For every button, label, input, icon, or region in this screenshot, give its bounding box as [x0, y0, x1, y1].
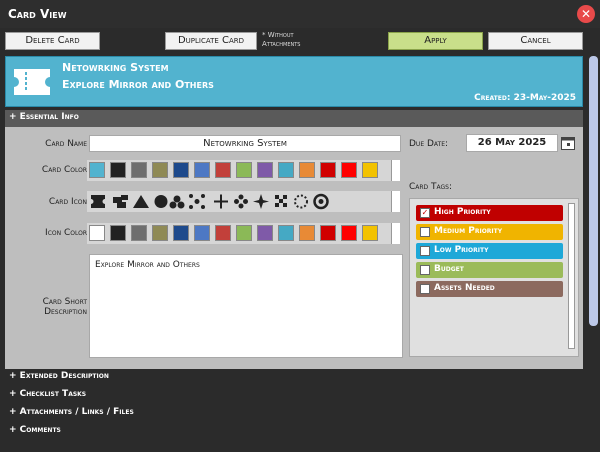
card-color-swatch[interactable] — [257, 162, 273, 178]
icon-color-swatch[interactable] — [215, 225, 231, 241]
tag-checkbox[interactable] — [420, 227, 430, 237]
tag-checkbox[interactable] — [420, 246, 430, 256]
icon-color-swatch[interactable] — [152, 225, 168, 241]
card-color-swatch[interactable] — [299, 162, 315, 178]
icon-color-swatch[interactable] — [278, 225, 294, 241]
icon-color-swatch[interactable] — [299, 225, 315, 241]
tag-item[interactable]: Budget — [416, 262, 563, 278]
card-icon-picker — [87, 191, 400, 212]
header-system-name: Netowrking System — [62, 61, 169, 74]
card-color-swatch[interactable] — [215, 162, 231, 178]
card-tags-list: ✓ High Priority Medium Priority Low Priorit… — [409, 198, 579, 357]
section-attachments[interactable]: + Attachments / Links / Files — [5, 405, 583, 422]
icon-color-swatch[interactable] — [173, 225, 189, 241]
icon-color-swatch[interactable] — [257, 225, 273, 241]
duplicate-note: * Without Attachments — [262, 31, 300, 49]
duplicate-note-line2: Attachments — [262, 40, 301, 48]
tag-label: Budget — [434, 264, 464, 274]
short-desc-textarea[interactable]: Explore Mirror and Others — [89, 254, 403, 358]
duplicate-card-button[interactable]: Duplicate Card — [165, 32, 257, 50]
tags-scrollbar[interactable] — [568, 203, 575, 349]
main-scrollbar[interactable] — [589, 56, 598, 440]
short-desc-label: Card Short Description — [19, 297, 87, 317]
card-color-swatch[interactable] — [131, 162, 147, 178]
window-title: Card View — [8, 7, 67, 21]
icon-color-swatch[interactable] — [110, 225, 126, 241]
card-icon-label: Card Icon — [48, 197, 87, 207]
card-name-label: Card Name — [45, 139, 87, 149]
short-desc-label-2: Description — [44, 307, 87, 317]
header-card-title: Explore Mirror and Others — [62, 78, 214, 91]
card-color-swatch[interactable] — [341, 162, 357, 178]
icon-color-label: Icon Color — [45, 228, 87, 238]
star-burst-icon — [253, 194, 269, 209]
section-comments[interactable]: + Comments — [5, 423, 583, 440]
card-color-swatch[interactable] — [110, 162, 126, 178]
card-color-swatch[interactable] — [236, 162, 252, 178]
due-date-input[interactable]: 26 May 2025 — [466, 134, 558, 152]
card-view-window: Card View ✕ Delete Card Duplicate Card *… — [0, 0, 600, 452]
flower-icon — [238, 194, 244, 200]
tag-checkbox[interactable] — [420, 265, 430, 275]
window-titlebar: Card View — [0, 0, 600, 28]
tag-label: Medium Priority — [434, 226, 503, 236]
icon-row — [91, 193, 329, 210]
icon-color-swatch[interactable] — [194, 225, 210, 241]
tag-label: Low Priority — [434, 245, 489, 255]
header-created-date: Created: 23-May-2025 — [474, 93, 576, 103]
section-extended-description[interactable]: + Extended Description — [5, 369, 583, 386]
due-date-label: Due Date: — [409, 139, 449, 149]
network-icon — [194, 199, 200, 204]
card-color-swatch[interactable] — [320, 162, 336, 178]
ticket-icon — [91, 195, 105, 208]
card-color-swatch[interactable] — [173, 162, 189, 178]
cancel-button[interactable]: Cancel — [488, 32, 583, 50]
tag-item[interactable]: ✓ High Priority — [416, 205, 563, 221]
icon-color-swatch[interactable] — [236, 225, 252, 241]
close-icon[interactable]: ✕ — [577, 5, 595, 23]
ticket-icon — [14, 69, 50, 95]
checker-icon — [275, 195, 279, 199]
dotted-circle-icon — [294, 194, 308, 209]
tag-label: High Priority — [434, 207, 491, 217]
card-color-swatch[interactable] — [278, 162, 294, 178]
card-color-swatch[interactable] — [194, 162, 210, 178]
card-color-scrollbar[interactable] — [391, 160, 400, 181]
apply-button[interactable]: Apply — [388, 32, 483, 50]
toolbar: Delete Card Duplicate Card * Without Att… — [0, 28, 600, 54]
half-circle-icon — [154, 195, 168, 208]
tag-item[interactable]: Medium Priority — [416, 224, 563, 240]
icon-color-swatch[interactable] — [131, 225, 147, 241]
card-color-swatch[interactable] — [89, 162, 105, 178]
duplicate-note-line1: * Without — [262, 31, 294, 39]
tag-item[interactable]: Low Priority — [416, 243, 563, 259]
tag-label: Assets Needed — [434, 283, 495, 293]
section-checklist-tasks[interactable]: + Checklist Tasks — [5, 387, 583, 404]
card-header-banner: Netowrking System Explore Mirror and Oth… — [5, 56, 583, 107]
icon-color-scrollbar[interactable] — [391, 223, 400, 244]
hexagon-cluster-icon — [173, 195, 181, 203]
icon-color-swatch[interactable] — [362, 225, 378, 241]
icon-color-swatch[interactable] — [341, 225, 357, 241]
card-color-swatch[interactable] — [152, 162, 168, 178]
short-desc-label-1: Card Short — [42, 297, 87, 307]
card-color-picker — [87, 160, 400, 181]
tag-item[interactable]: Assets Needed — [416, 281, 563, 297]
tag-checkbox[interactable] — [420, 284, 430, 294]
tag-checkbox[interactable]: ✓ — [420, 208, 430, 218]
card-name-input[interactable]: Netowrking System — [89, 135, 401, 152]
main-scrollbar-thumb[interactable] — [589, 56, 598, 326]
icon-color-picker — [87, 223, 400, 244]
delete-card-button[interactable]: Delete Card — [5, 32, 100, 50]
card-tags-label: Card Tags: — [409, 182, 453, 192]
card-color-label: Card Color — [41, 165, 87, 175]
card-color-swatch[interactable] — [362, 162, 378, 178]
calendar-icon[interactable] — [561, 135, 575, 150]
icon-color-swatch[interactable] — [89, 225, 105, 241]
warning-icon — [133, 195, 149, 208]
section-essential-info[interactable]: + Essential Info — [5, 110, 583, 127]
card-icon-scrollbar[interactable] — [391, 191, 400, 212]
icon-color-swatch[interactable] — [320, 225, 336, 241]
